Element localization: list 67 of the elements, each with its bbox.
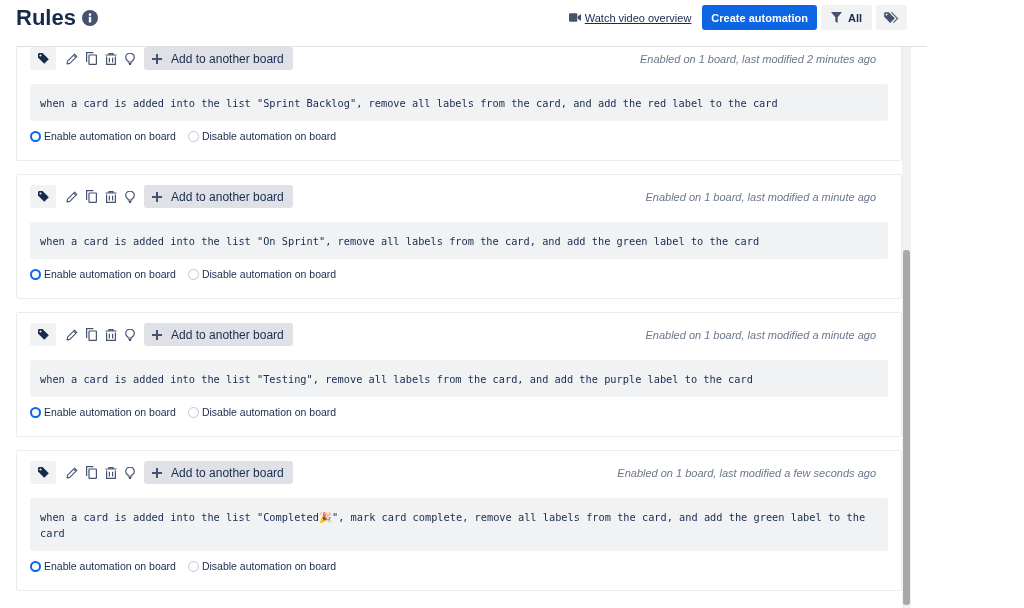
pencil-icon[interactable] xyxy=(66,466,78,479)
radio-icon[interactable] xyxy=(187,130,199,142)
trash-icon[interactable] xyxy=(105,466,117,479)
radio-option[interactable]: Enable automation on board xyxy=(30,268,176,280)
tag-icon xyxy=(37,53,49,64)
page-title: Rules xyxy=(16,4,76,32)
radio-icon[interactable] xyxy=(30,560,41,572)
copy-icon[interactable] xyxy=(86,52,97,65)
pencil-icon[interactable] xyxy=(66,190,78,203)
scrollbar[interactable] xyxy=(902,47,911,608)
add-to-board-button[interactable]: Add to another board xyxy=(144,461,293,484)
label-button[interactable] xyxy=(30,47,56,70)
radio-option[interactable]: Disable automation on board xyxy=(187,268,337,280)
rule-status-text: Enabled on 1 board, last modified 2 minutes ago xyxy=(639,52,876,65)
radio-option[interactable]: Disable automation on board xyxy=(187,130,337,142)
radio-icon[interactable] xyxy=(187,560,199,572)
tag-icon xyxy=(37,467,49,478)
rule-sentence: when a card is added into the list "Completed🎉", mark card complete, remove all labels from the card, and add the green label to the card xyxy=(30,498,888,551)
radio-icon[interactable] xyxy=(187,268,199,280)
add-to-board-button[interactable]: Add to another board xyxy=(144,47,293,70)
tag-icon xyxy=(37,191,49,202)
copy-icon[interactable] xyxy=(86,190,97,203)
radio-icon[interactable] xyxy=(30,406,41,418)
rule-status-text: Enabled on 1 board, last modified a few seconds ago xyxy=(617,466,876,479)
lightbulb-icon[interactable] xyxy=(125,52,135,65)
filter-icon xyxy=(830,12,842,23)
plus-icon xyxy=(152,329,162,340)
radio-option[interactable]: Enable automation on board xyxy=(30,130,176,142)
scrollbar-thumb[interactable] xyxy=(903,250,910,605)
rule-status-text: Enabled on 1 board, last modified a minute ago xyxy=(645,190,876,203)
trash-icon[interactable] xyxy=(105,52,117,65)
plus-icon xyxy=(152,467,162,478)
radio-icon[interactable] xyxy=(187,406,199,418)
label-button[interactable] xyxy=(30,185,56,208)
label-button[interactable] xyxy=(30,461,56,484)
lightbulb-icon[interactable] xyxy=(125,328,135,341)
tags-icon xyxy=(884,11,899,24)
add-to-board-button[interactable]: Add to another board xyxy=(144,185,293,208)
radio-option[interactable]: Disable automation on board xyxy=(187,560,337,572)
radio-option[interactable]: Enable automation on board xyxy=(30,406,176,418)
plus-icon xyxy=(152,53,162,64)
copy-icon[interactable] xyxy=(86,466,97,479)
labels-button[interactable] xyxy=(876,5,907,30)
filter-button[interactable]: All xyxy=(820,5,872,30)
watch-video-link[interactable]: Watch video overview xyxy=(568,11,692,24)
pencil-icon[interactable] xyxy=(66,328,78,341)
trash-icon[interactable] xyxy=(105,190,117,203)
create-automation-button[interactable]: Create automation xyxy=(702,5,817,30)
add-to-board-button[interactable]: Add to another board xyxy=(144,323,293,346)
radio-option[interactable]: Disable automation on board xyxy=(187,406,337,418)
trash-icon[interactable] xyxy=(105,328,117,341)
radio-option[interactable]: Enable automation on board xyxy=(30,560,176,572)
info-icon[interactable] xyxy=(81,10,98,26)
video-camera-icon xyxy=(568,13,581,22)
rule-sentence: when a card is added into the list "Sprint Backlog", remove all labels from the card, and add the red label to the card xyxy=(30,84,888,121)
radio-icon[interactable] xyxy=(30,268,41,280)
lightbulb-icon[interactable] xyxy=(125,190,135,203)
rule-status-text: Enabled on 1 board, last modified a minute ago xyxy=(645,328,876,341)
pencil-icon[interactable] xyxy=(66,52,78,65)
radio-icon[interactable] xyxy=(30,130,41,142)
rule-sentence: when a card is added into the list "On Sprint", remove all labels from the card, and add the green label to the card xyxy=(30,222,888,259)
plus-icon xyxy=(152,191,162,202)
label-button[interactable] xyxy=(30,323,56,346)
tag-icon xyxy=(37,329,49,340)
copy-icon[interactable] xyxy=(86,328,97,341)
rule-sentence: when a card is added into the list "Testing", remove all labels from the card, and add the purple label to the card xyxy=(30,360,888,397)
lightbulb-icon[interactable] xyxy=(125,466,135,479)
